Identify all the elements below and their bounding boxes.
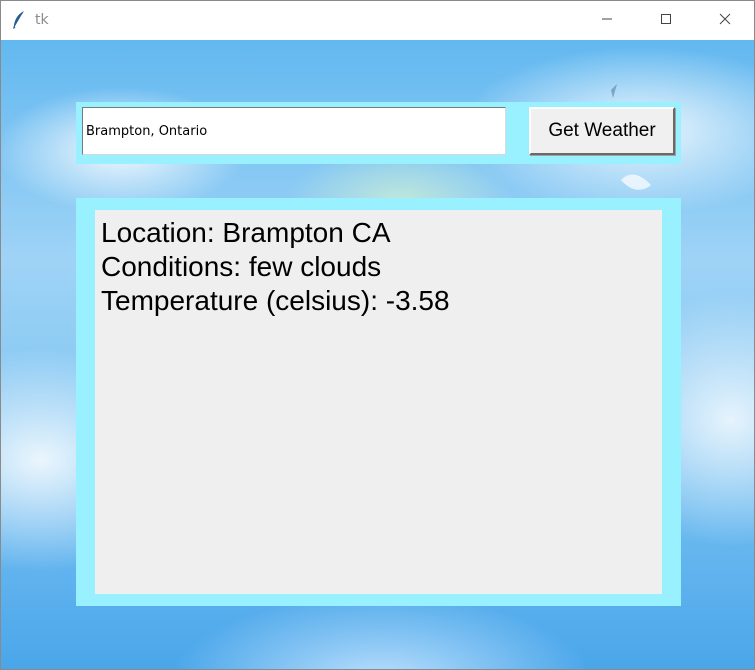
minimize-icon [601, 12, 613, 30]
get-weather-button[interactable]: Get Weather [529, 107, 675, 155]
background-image: Get Weather Location: Brampton CA Condit… [1, 40, 754, 669]
results-frame: Location: Brampton CA Conditions: few cl… [76, 198, 681, 606]
city-input[interactable] [82, 107, 506, 155]
maximize-icon [660, 12, 672, 30]
feather-icon [12, 10, 26, 30]
results-panel: Location: Brampton CA Conditions: few cl… [95, 210, 662, 594]
app-window: tk Get Weather Location: [0, 0, 755, 670]
close-button[interactable] [696, 1, 754, 40]
minimize-button[interactable] [578, 1, 636, 40]
temperature-text: Temperature (celsius): -3.58 [101, 285, 450, 316]
location-text: Location: Brampton CA [101, 217, 391, 248]
search-frame: Get Weather [76, 102, 681, 164]
conditions-text: Conditions: few clouds [101, 251, 382, 282]
close-icon [719, 12, 731, 30]
maximize-button[interactable] [637, 1, 695, 40]
title-bar[interactable]: tk [1, 1, 754, 40]
window-title: tk [35, 12, 49, 28]
